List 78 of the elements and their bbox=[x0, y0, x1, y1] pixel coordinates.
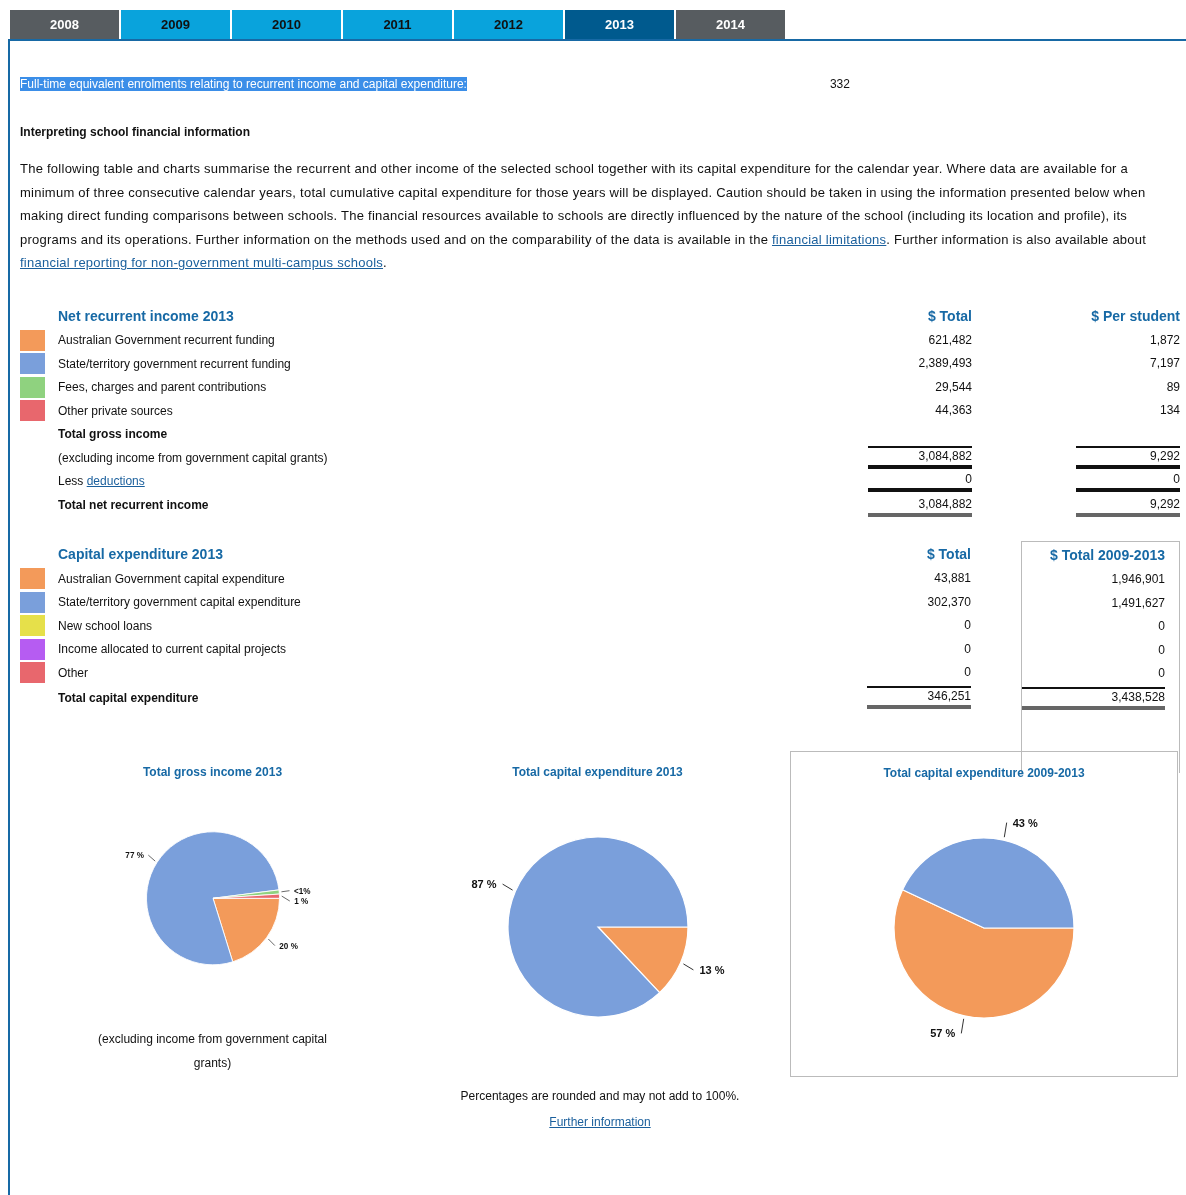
slice-label: 77 % bbox=[124, 850, 144, 860]
enrolments-value: 332 bbox=[829, 77, 850, 91]
column-header: $ Per student bbox=[1091, 307, 1180, 324]
row-label: State/territory government recurrent funding bbox=[58, 356, 291, 371]
table-cell-text: 44,363 bbox=[934, 402, 972, 420]
table-cell-text: 0 bbox=[1157, 665, 1165, 683]
year-tab[interactable]: 2011 bbox=[343, 10, 452, 39]
table-cell: 0 bbox=[1076, 470, 1180, 492]
column-header: $ Total bbox=[926, 546, 971, 562]
text-link[interactable]: deductions bbox=[86, 474, 145, 489]
leader-line bbox=[501, 883, 513, 891]
year-tab[interactable]: 2009 bbox=[121, 10, 230, 39]
year-tab[interactable]: 2010 bbox=[232, 10, 341, 39]
table-cell-text: 7,197 bbox=[1148, 355, 1180, 373]
further-info-link[interactable]: Further information bbox=[549, 1114, 651, 1129]
slice-label: <1% bbox=[293, 886, 310, 896]
slice-label: 1 % bbox=[293, 896, 308, 906]
info-paragraph: The following table and charts summarise the recurrent and other income of the selected school together with its capital expenditure for the calendar year. Where data are available for a minimum of three consecutive calendar years, total cumulative capital expenditure for those years will be displayed. Caution should be taken in using the information presented below when making direct funding comparisons between schools. The financial resources available to schools are directly influenced by the nature of the school (including its location and profile), its programs and its operations. Further information on the methods used and on the comparability of the data is available in the financial limitations. Further information is also available about financial reporting for non-government multi-campus schools. bbox=[20, 160, 1148, 272]
table-cell-text: 29,544 bbox=[934, 378, 972, 396]
table-title: Capital expenditure 2013 bbox=[58, 546, 223, 562]
table-cell: 3,084,882 bbox=[868, 495, 972, 517]
row-label: Other bbox=[58, 665, 88, 680]
chart-title: Total capital expenditure 2009-2013 bbox=[883, 765, 1085, 780]
table-cell-text: 89 bbox=[1165, 378, 1180, 396]
row-label: Total net recurrent income bbox=[58, 497, 209, 512]
row-label: Total gross income bbox=[58, 427, 168, 442]
table-cell-text: 0 bbox=[1157, 618, 1165, 636]
table-cell: 9,292 bbox=[1076, 446, 1180, 470]
table-cell-text: 302,370 bbox=[926, 593, 971, 611]
table-cell-text: 1,491,627 bbox=[1110, 594, 1165, 612]
leader-line bbox=[267, 938, 275, 946]
slice-label: 87 % bbox=[471, 877, 497, 890]
leader-line bbox=[280, 889, 290, 892]
section-title: Interpreting school financial information bbox=[20, 125, 251, 139]
leader-line bbox=[960, 1017, 965, 1034]
footnote: Percentages are rounded and may not add to 100%. bbox=[459, 1088, 741, 1103]
table-cell: 0 bbox=[868, 470, 972, 492]
table-cell: 3,438,528 bbox=[1022, 687, 1165, 710]
slice-label: 57 % bbox=[930, 1026, 956, 1039]
leader-line bbox=[147, 854, 156, 861]
row-label: (excluding income from government capital grants) bbox=[58, 450, 328, 465]
table-cell-text: 0 bbox=[1157, 641, 1165, 659]
column-header: $ Total bbox=[927, 307, 972, 324]
row-label: Australian Government recurrent funding bbox=[58, 333, 275, 348]
slice-label: 43 % bbox=[1012, 817, 1038, 829]
chart-note: (excluding income from government capital grants) bbox=[97, 1030, 328, 1072]
row-label: Fees, charges and parent contributions bbox=[58, 380, 267, 395]
row-label: Other private sources bbox=[58, 403, 173, 418]
table-cell-text: 1,872 bbox=[1148, 331, 1180, 349]
row-label: Total capital expenditure bbox=[58, 690, 199, 705]
table-cell-text: 43,881 bbox=[933, 570, 971, 588]
row-label: New school loans bbox=[58, 618, 153, 633]
table-cell: 9,292 bbox=[1076, 495, 1180, 517]
table-cell-text: 621,482 bbox=[927, 331, 972, 349]
chart-title: Total gross income 2013 bbox=[142, 764, 283, 779]
row-label: State/territory government capital expenditure bbox=[58, 595, 301, 610]
table-cell-text: 2,389,493 bbox=[917, 355, 972, 373]
row-label: Less deductions bbox=[58, 474, 145, 489]
table-cell-text: 134 bbox=[1158, 402, 1180, 420]
table-cell-text: 0 bbox=[963, 640, 971, 658]
table-cell-text: 0 bbox=[963, 617, 971, 635]
leader-line bbox=[280, 895, 290, 901]
leader-line bbox=[1003, 821, 1008, 838]
table-cell: 346,251 bbox=[867, 686, 971, 709]
table-cell: 3,084,882 bbox=[868, 446, 972, 470]
table-cell-text: 1,946,901 bbox=[1110, 571, 1165, 589]
row-label: Income allocated to current capital projects bbox=[58, 642, 287, 657]
year-tab[interactable]: 2013 bbox=[565, 10, 674, 39]
chart-title: Total capital expenditure 2013 bbox=[512, 764, 683, 779]
slice-label: 13 % bbox=[698, 963, 724, 976]
leader-line bbox=[682, 962, 694, 970]
row-label: Australian Government capital expenditure bbox=[58, 571, 285, 586]
table-cell-text: 0 bbox=[963, 664, 971, 682]
enrolments-label: Full-time equivalent enrolments relating to recurrent income and capital expenditure: bbox=[20, 77, 467, 91]
year-tab[interactable]: 2012 bbox=[454, 10, 563, 39]
column-header: $ Total 2009-2013 bbox=[1050, 547, 1165, 563]
table-title: Net recurrent income 2013 bbox=[58, 307, 234, 324]
slice-label: 20 % bbox=[278, 941, 298, 951]
